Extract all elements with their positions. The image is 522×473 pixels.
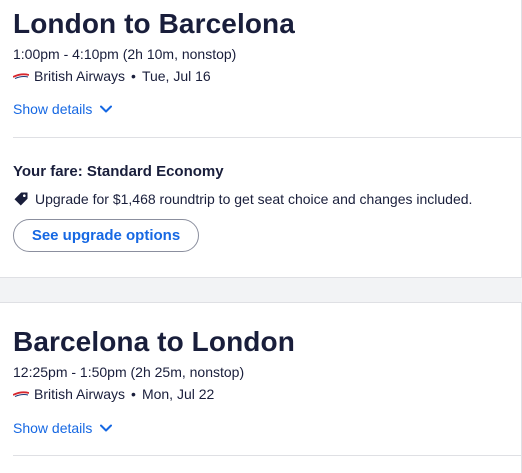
flight-date: Tue, Jul 16 <box>141 68 211 84</box>
divider <box>13 137 521 138</box>
upgrade-info: Upgrade for $1,468 roundtrip to get seat… <box>13 191 472 207</box>
route-title: Barcelona to London <box>13 326 295 357</box>
flight-times: 1:00pm - 4:10pm (2h 10m, nonstop) <box>13 46 237 62</box>
flight-times: 12:25pm - 1:50pm (2h 25m, nonstop) <box>13 364 245 380</box>
british-airways-logo <box>13 391 29 397</box>
show-details-label: Show details <box>13 420 93 436</box>
airline-info: British Airways • Tue, Jul 16 <box>13 68 211 84</box>
tag-icon <box>14 192 28 206</box>
separator: • <box>131 68 136 84</box>
divider <box>13 455 521 456</box>
see-upgrade-options-button[interactable]: See upgrade options <box>13 219 199 252</box>
chevron-down-icon <box>100 424 113 432</box>
return-flight-card: Barcelona to London 12:25pm - 1:50pm (2h… <box>0 302 522 473</box>
chevron-down-icon <box>100 105 113 113</box>
show-details-link[interactable]: Show details <box>13 101 113 117</box>
outbound-flight-card: London to Barcelona 1:00pm - 4:10pm (2h … <box>0 0 522 278</box>
show-details-label: Show details <box>13 101 93 117</box>
upgrade-text: Upgrade for $1,468 roundtrip to get seat… <box>35 191 473 207</box>
show-details-link[interactable]: Show details <box>13 420 113 436</box>
fare-title: Your fare: Standard Economy <box>13 163 224 180</box>
airline-name: British Airways <box>34 386 126 402</box>
airline-name: British Airways <box>34 68 126 84</box>
airline-info: British Airways • Mon, Jul 22 <box>13 386 214 402</box>
flight-date: Mon, Jul 22 <box>141 386 215 402</box>
route-title: London to Barcelona <box>13 8 295 39</box>
separator: • <box>131 386 136 402</box>
british-airways-logo <box>13 73 29 79</box>
